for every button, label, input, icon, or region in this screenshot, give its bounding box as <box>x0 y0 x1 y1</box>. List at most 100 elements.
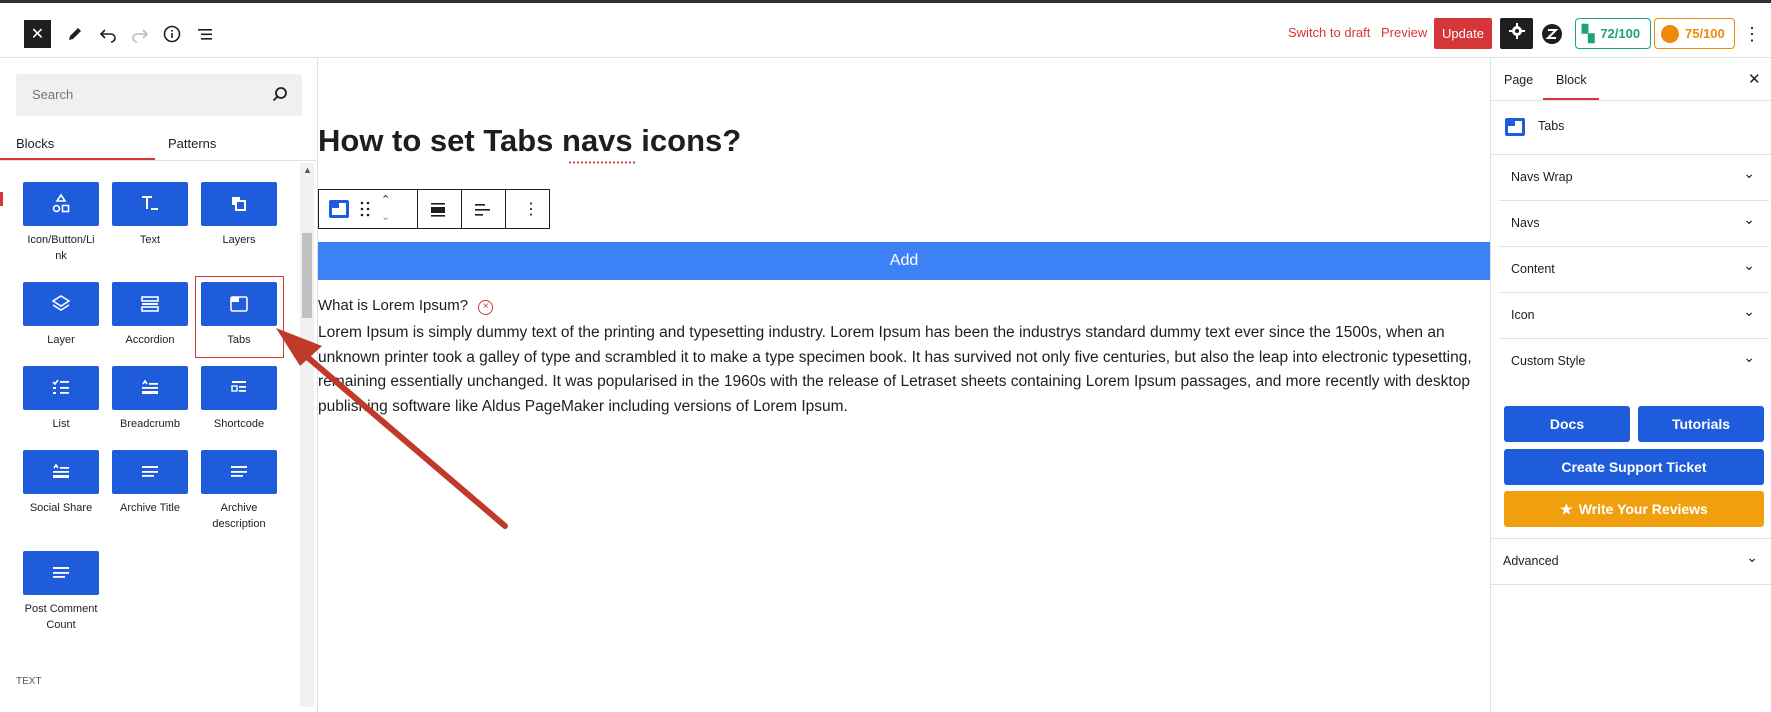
panel-title: Content <box>1511 262 1555 276</box>
scroll-up-icon[interactable]: ▲ <box>303 165 312 175</box>
drag-handle-icon[interactable] <box>359 200 371 223</box>
remove-tab-icon[interactable]: × <box>478 300 494 315</box>
shapes-icon <box>52 193 70 213</box>
more-options-icon[interactable]: ⋮ <box>1740 22 1764 46</box>
archive-title-icon <box>142 466 158 477</box>
docs-button[interactable]: Docs <box>1504 406 1630 442</box>
block-toolbar: ⌃ ⌃ ⋮ <box>318 189 550 229</box>
panel-icon[interactable]: Icon ⌄ <box>1499 293 1769 339</box>
panel-content[interactable]: Content ⌄ <box>1499 247 1769 293</box>
tutorials-button[interactable]: Tutorials <box>1638 406 1764 442</box>
panel-advanced[interactable]: Advanced ⌄ <box>1491 539 1771 585</box>
panel-custom-style[interactable]: Custom Style ⌄ <box>1499 339 1769 385</box>
move-up-icon[interactable]: ⌃ <box>381 193 390 206</box>
panel-navs[interactable]: Navs ⌄ <box>1499 201 1769 247</box>
tab-block[interactable]: Block <box>1556 73 1587 87</box>
tab-nav-title: What is Lorem Ipsum? <box>318 297 469 314</box>
social-share-icon <box>53 463 69 478</box>
spellcheck-underline <box>568 161 637 164</box>
chevron-down-icon: ⌄ <box>1743 349 1755 365</box>
block-text[interactable]: Text <box>110 182 190 248</box>
post-title[interactable]: How to set Tabs navs icons? <box>318 123 741 159</box>
panel-title: Icon <box>1511 308 1535 322</box>
category-label-text: TEXT <box>16 676 42 687</box>
tabs-icon <box>329 200 349 218</box>
block-archive-description[interactable]: Archive description <box>199 450 279 532</box>
block-type-button[interactable] <box>327 197 351 221</box>
seo-score-value: 72/100 <box>1600 26 1641 41</box>
comment-count-icon <box>53 567 69 578</box>
tab-divider <box>0 160 316 161</box>
block-post-comment-count[interactable]: Post Comment Count <box>21 551 101 633</box>
scrollbar-thumb[interactable] <box>302 233 312 318</box>
move-down-icon[interactable]: ⌃ <box>381 209 390 222</box>
block-archive-title[interactable]: Archive Title <box>110 450 190 516</box>
settings-sidebar: Page Block ✕ Tabs Navs Wrap ⌄ Navs ⌄ Conte… <box>1490 58 1771 712</box>
redo-icon[interactable] <box>128 22 152 46</box>
block-social-share[interactable]: Social Share <box>21 450 101 516</box>
breadcrumb-icon <box>142 379 158 394</box>
accordion-icon <box>141 296 159 312</box>
chevron-down-icon: ⌄ <box>1743 257 1755 273</box>
justify-left-icon[interactable] <box>473 201 491 224</box>
block-layers[interactable]: Layers <box>199 182 279 248</box>
block-label: Layers <box>222 234 256 246</box>
block-accordion[interactable]: Accordion <box>110 282 190 348</box>
tab-blocks[interactable]: Blocks <box>16 136 54 151</box>
block-label: Archive Title <box>120 502 180 514</box>
panel-title: Navs <box>1511 216 1540 230</box>
layer-icon <box>51 295 71 311</box>
block-shortcode[interactable]: Shortcode <box>199 366 279 432</box>
update-button[interactable]: Update <box>1434 18 1492 49</box>
switch-to-draft-link[interactable]: Switch to draft <box>1288 25 1370 40</box>
block-inserter-panel: Blocks Patterns ▲ Icon/Button/Li nk Text… <box>0 58 318 712</box>
block-card-title: Tabs <box>1538 119 1565 133</box>
toolbar-divider <box>461 190 462 228</box>
block-icon-button-link[interactable]: Icon/Button/Li nk <box>21 182 101 264</box>
tab-content-paragraph[interactable]: Lorem Ipsum is simply dummy text of the … <box>318 321 1488 419</box>
tab-patterns[interactable]: Patterns <box>168 136 216 151</box>
edit-pencil-icon[interactable] <box>63 22 87 46</box>
tab-nav-item[interactable]: What is Lorem Ipsum? × <box>318 297 494 315</box>
editor-canvas: How to set Tabs navs icons? ⌃ ⌃ ⋮ Add Wh… <box>318 58 1490 712</box>
info-icon[interactable] <box>160 22 184 46</box>
block-search-box[interactable] <box>16 74 302 116</box>
shortcode-icon <box>231 381 246 392</box>
panel-navs-wrap[interactable]: Navs Wrap ⌄ <box>1499 155 1769 201</box>
preview-link[interactable]: Preview <box>1381 25 1427 40</box>
toolbar-divider <box>505 190 506 228</box>
post-title-text: How to set Tabs navs icons? <box>318 123 742 158</box>
editor-top-bar: ✕ Switch to draft Preview Update ▚ 72/10… <box>0 0 1771 58</box>
more-options-icon[interactable]: ⋮ <box>523 199 539 219</box>
close-sidebar-icon[interactable]: ✕ <box>1748 70 1761 88</box>
text-icon <box>142 196 158 210</box>
align-full-icon[interactable] <box>429 201 447 224</box>
create-support-ticket-button[interactable]: Create Support Ticket <box>1504 449 1764 485</box>
readability-score-value: 75/100 <box>1685 26 1725 41</box>
block-label: Social Share <box>29 502 93 514</box>
readability-score-badge[interactable]: 75/100 <box>1654 18 1735 49</box>
chevron-down-icon: ⌄ <box>1743 165 1755 181</box>
close-icon: ✕ <box>30 26 45 43</box>
write-reviews-button[interactable]: ★ Write Your Reviews <box>1504 491 1764 527</box>
settings-button[interactable] <box>1500 18 1533 49</box>
layers-icon <box>232 197 246 211</box>
write-reviews-label: Write Your Reviews <box>1578 501 1708 517</box>
tabs-highlight-box <box>195 276 284 358</box>
block-search-input[interactable] <box>30 86 264 103</box>
block-list[interactable]: List <box>21 366 101 432</box>
close-editor-button[interactable]: ✕ <box>24 20 51 48</box>
list-view-icon[interactable] <box>193 22 217 46</box>
add-tab-button[interactable]: Add <box>318 242 1490 280</box>
block-breadcrumb[interactable]: Breadcrumb <box>110 366 190 432</box>
block-layer[interactable]: Layer <box>21 282 101 348</box>
seo-score-icon: ▚ <box>1582 25 1595 43</box>
tab-page[interactable]: Page <box>1504 73 1533 87</box>
gear-icon <box>1508 22 1526 45</box>
plugin-logo-icon[interactable] <box>1540 22 1564 46</box>
block-label: Archive description <box>212 502 266 530</box>
seo-score-badge[interactable]: ▚ 72/100 <box>1575 18 1651 49</box>
panel-title: Custom Style <box>1511 354 1586 368</box>
undo-icon[interactable] <box>96 22 120 46</box>
list-icon <box>52 379 69 394</box>
